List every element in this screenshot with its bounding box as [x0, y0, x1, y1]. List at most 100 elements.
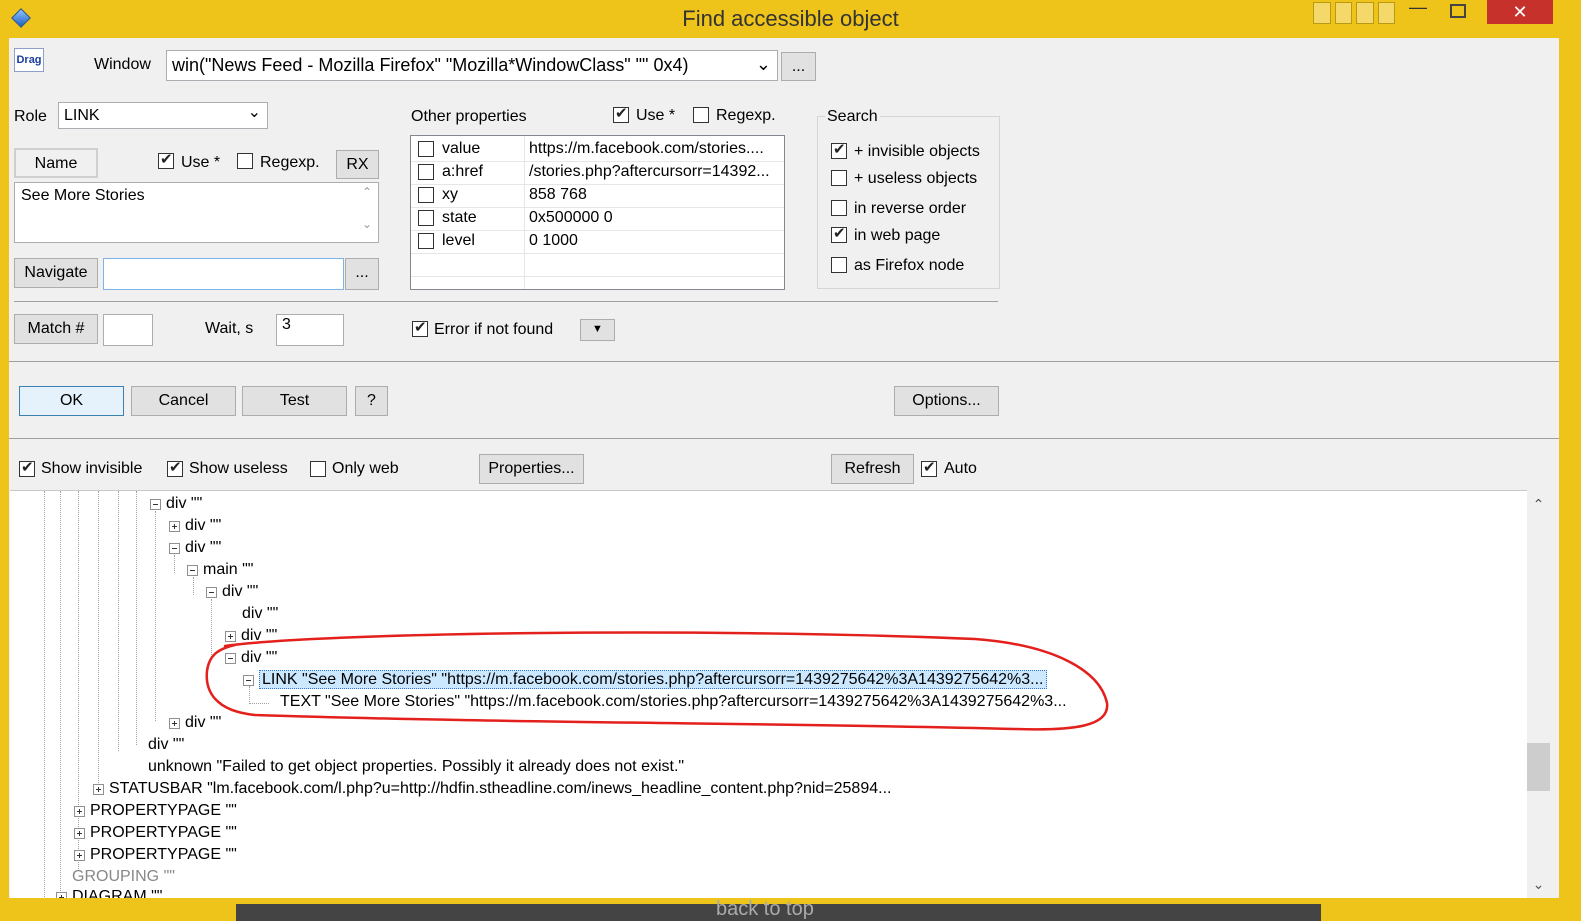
tree-guide [155, 511, 156, 721]
search-useless-checkbox[interactable] [831, 170, 847, 186]
property-row[interactable]: value https://m.facebook.com/stories.... [411, 138, 784, 162]
expand-icon[interactable] [93, 784, 104, 795]
navigate-button[interactable]: Navigate [14, 258, 98, 288]
property-row[interactable]: xy 858 768 [411, 184, 784, 208]
property-value[interactable]: /stories.php?aftercursorr=14392... [529, 163, 779, 181]
search-reverse-checkbox[interactable] [831, 200, 847, 216]
name-use-checkbox[interactable] [158, 151, 174, 169]
property-checkbox[interactable] [418, 187, 434, 203]
options-button[interactable]: Options... [894, 386, 999, 416]
search-web-page-checkbox[interactable] [831, 225, 847, 243]
search-option-label: + invisible objects [854, 143, 980, 160]
collapse-icon[interactable] [169, 543, 180, 554]
navigate-input[interactable] [103, 258, 344, 290]
match-button[interactable]: Match # [14, 314, 98, 344]
search-option-label: in reverse order [854, 200, 967, 217]
rx-button[interactable]: RX [336, 150, 379, 179]
property-checkbox[interactable] [418, 141, 434, 157]
property-name: state [442, 209, 477, 226]
tree-node[interactable]: unknown "Failed to get object properties… [148, 757, 684, 777]
close-button[interactable]: ✕ [1487, 0, 1553, 24]
property-value[interactable]: https://m.facebook.com/stories.... [529, 140, 779, 158]
property-value[interactable]: 0 1000 [529, 232, 779, 250]
property-row[interactable]: state 0x500000 0 [411, 207, 784, 231]
collapse-icon[interactable] [150, 499, 161, 510]
expand-icon[interactable] [74, 828, 85, 839]
title-bar[interactable]: Find accessible object — ✕ [0, 0, 1581, 38]
window-combobox[interactable]: win("News Feed - Mozilla Firefox" "Mozil… [166, 50, 778, 81]
navigate-browse-button[interactable]: ... [345, 258, 379, 290]
help-button[interactable]: ? [355, 386, 388, 416]
tree-node[interactable]: div "" [226, 604, 278, 624]
properties-button[interactable]: Properties... [479, 454, 584, 484]
tree-node[interactable]: div "" [169, 516, 221, 536]
properties-grid[interactable]: value https://m.facebook.com/stories....… [410, 135, 785, 290]
only-web-checkbox[interactable] [310, 461, 326, 477]
error-if-not-found-checkbox[interactable] [412, 319, 428, 337]
title-bar-tools[interactable] [1313, 2, 1395, 24]
tree-node[interactable]: div "" [150, 494, 202, 514]
tree-node[interactable]: PROPERTYPAGE "" [74, 845, 237, 865]
property-checkbox[interactable] [418, 164, 434, 180]
property-row[interactable]: a:href /stories.php?aftercursorr=14392..… [411, 161, 784, 185]
property-checkbox[interactable] [418, 233, 434, 249]
maximize-button[interactable] [1450, 4, 1466, 18]
property-row-empty[interactable] [411, 253, 784, 277]
tree-node[interactable]: STATUSBAR "lm.facebook.com/l.php?u=http:… [93, 779, 891, 799]
scroll-down-icon[interactable]: ⌄ [362, 217, 372, 231]
tree-node[interactable]: main "" [187, 560, 253, 580]
expand-icon[interactable] [169, 521, 180, 532]
test-button[interactable]: Test [242, 386, 347, 416]
wait-input[interactable]: 3 [276, 314, 344, 346]
tree-node[interactable]: PROPERTYPAGE "" [74, 823, 237, 843]
separator [14, 301, 998, 302]
window-browse-button[interactable]: ... [781, 52, 816, 81]
match-input[interactable] [103, 314, 153, 346]
property-checkbox[interactable] [418, 210, 434, 226]
tree-node[interactable]: div "" [169, 538, 221, 558]
cancel-button[interactable]: Cancel [131, 386, 236, 416]
auto-refresh-checkbox[interactable] [921, 459, 937, 477]
tree-node[interactable]: div "" [206, 582, 258, 602]
scroll-down-icon[interactable]: ⌄ [1527, 876, 1550, 893]
property-value[interactable]: 0x500000 0 [529, 209, 779, 227]
expand-icon[interactable] [169, 718, 180, 729]
tree-node[interactable]: GROUPING "" [72, 867, 175, 887]
scroll-up-icon[interactable]: ⌃ [1527, 496, 1550, 513]
role-combobox[interactable]: LINK ⌄ [58, 102, 268, 129]
collapse-icon[interactable] [187, 565, 198, 576]
minimize-button[interactable]: — [1398, 0, 1438, 24]
tree-scrollbar[interactable]: ⌃ ⌄ [1527, 490, 1550, 898]
property-value[interactable]: 858 768 [529, 186, 779, 204]
show-useless-checkbox[interactable] [167, 459, 183, 477]
window-combobox-value: win("News Feed - Mozilla Firefox" "Mozil… [172, 55, 689, 75]
show-invisible-checkbox[interactable] [19, 459, 35, 477]
chevron-down-icon: ⌄ [247, 104, 261, 121]
tree-node[interactable]: PROPERTYPAGE "" [74, 801, 237, 821]
props-regexp-label: Regexp. [716, 107, 776, 124]
property-row[interactable]: level 0 1000 [411, 230, 784, 254]
search-invisible-checkbox[interactable] [831, 141, 847, 159]
collapse-icon[interactable] [206, 587, 217, 598]
tree-node[interactable]: div "" [148, 735, 184, 755]
ok-button[interactable]: OK [19, 386, 124, 416]
search-firefox-node-checkbox[interactable] [831, 257, 847, 273]
window-label: Window [94, 56, 151, 73]
chevron-down-icon: ⌄ [755, 54, 771, 74]
expand-icon[interactable] [74, 806, 85, 817]
scroll-up-icon[interactable]: ⌃ [362, 185, 372, 199]
refresh-button[interactable]: Refresh [831, 454, 914, 484]
name-button[interactable]: Name [14, 148, 98, 178]
drag-finder-icon[interactable]: Drag [14, 48, 44, 72]
error-dropdown-button[interactable]: ▼ [580, 319, 615, 341]
accessible-object-tree[interactable]: div "" div "" div "" main "" div "" div … [10, 490, 1527, 899]
scrollbar-thumb[interactable] [1527, 743, 1550, 791]
name-textarea[interactable]: See More Stories ⌃ ⌄ [14, 182, 379, 243]
tree-guide [98, 491, 99, 791]
window-frame-left [0, 38, 9, 921]
props-use-checkbox[interactable] [613, 105, 629, 123]
name-regexp-checkbox[interactable] [237, 153, 253, 169]
props-regexp-checkbox[interactable] [693, 107, 709, 123]
expand-icon[interactable] [74, 850, 85, 861]
error-if-not-found-label: Error if not found [434, 321, 554, 338]
